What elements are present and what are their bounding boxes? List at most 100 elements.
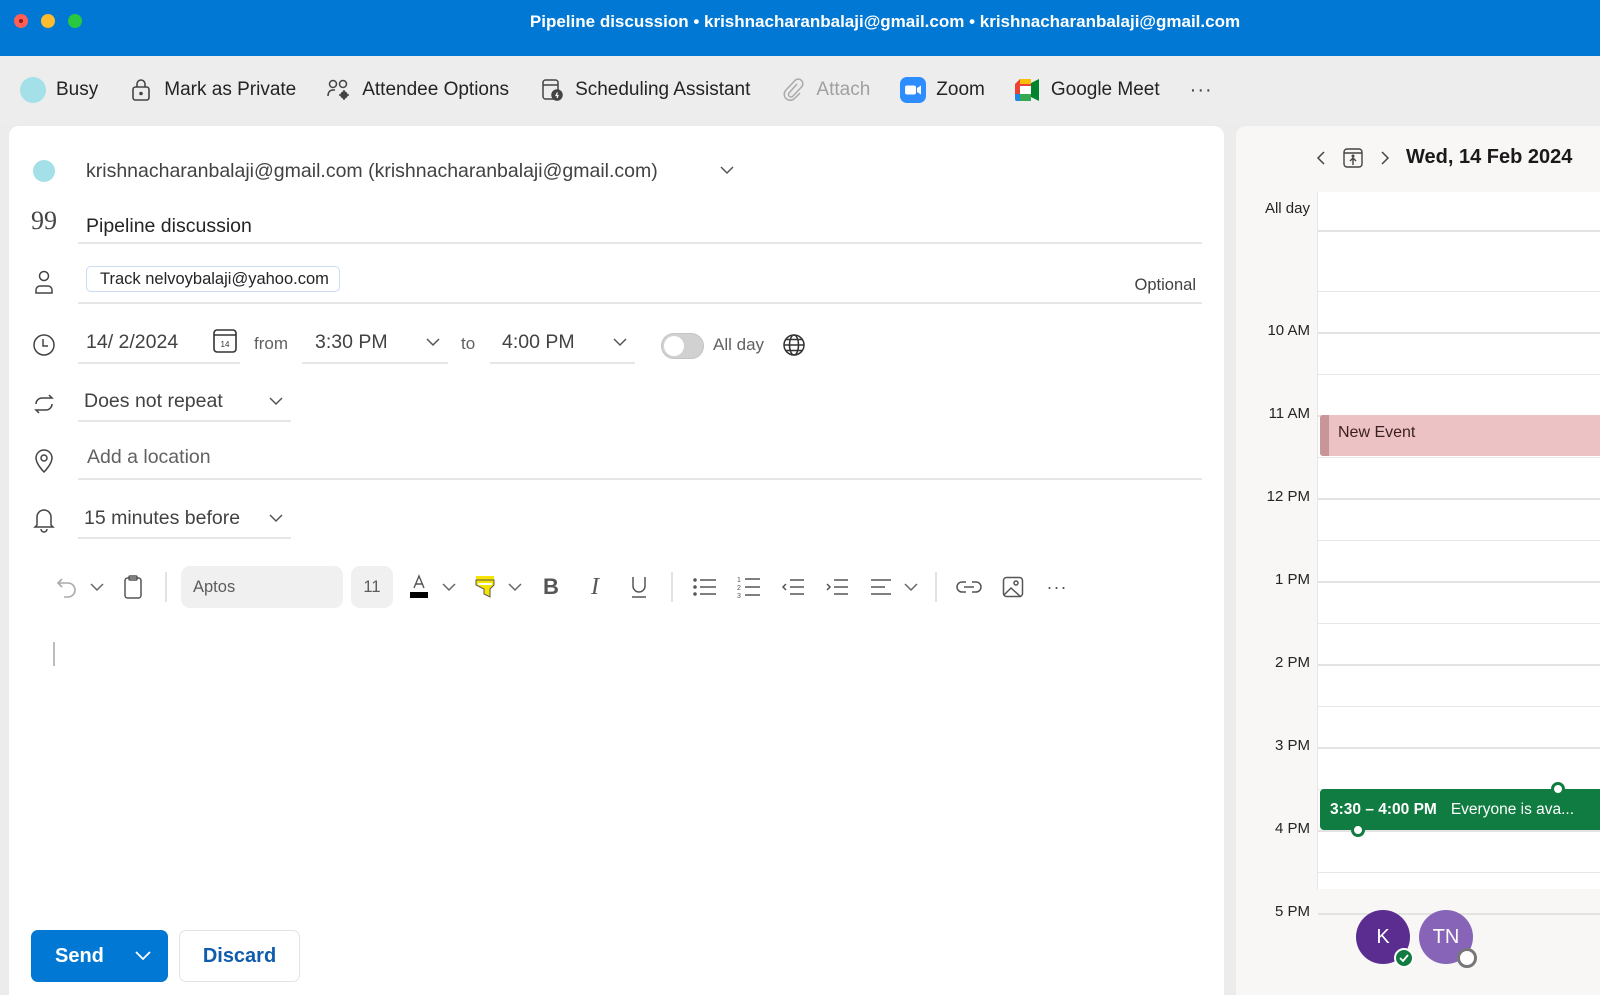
day-calendar-pane: Wed, 14 Feb 2024 All day New Event 3:30 –… (1236, 126, 1600, 995)
font-size-dropdown[interactable]: 11 (351, 566, 393, 608)
repeat-dropdown[interactable]: Does not repeat (78, 382, 291, 422)
account-color-icon (31, 158, 57, 184)
event-title-input[interactable] (78, 210, 1202, 244)
more-options-button[interactable]: ··· (1190, 70, 1213, 110)
attendee-chip[interactable]: Track nelvoybalaji@yahoo.com (86, 266, 340, 292)
all-day-row-label: All day (1264, 200, 1310, 217)
more-format-options-icon[interactable]: ··· (1039, 567, 1075, 607)
italic-icon[interactable]: I (577, 567, 613, 607)
attendee-options-button[interactable]: Attendee Options (326, 70, 509, 110)
increase-indent-icon[interactable] (819, 567, 855, 607)
zoom-button[interactable]: Zoom (900, 70, 985, 110)
reminder-dropdown[interactable]: 15 minutes before (78, 499, 291, 539)
hour-gridline (1318, 498, 1600, 500)
half-hour-gridline (1318, 871, 1600, 873)
align-chevron-icon[interactable] (901, 567, 921, 607)
event-title: New Event (1338, 424, 1416, 441)
half-hour-gridline (1318, 290, 1600, 292)
person-icon (31, 269, 57, 295)
timezone-globe-icon[interactable] (782, 333, 806, 362)
end-time-dropdown[interactable]: 4:00 PM (490, 322, 635, 364)
font-color-chevron-icon[interactable] (439, 567, 459, 607)
location-input[interactable]: Add a location (78, 436, 1202, 480)
highlight-chevron-icon[interactable] (505, 567, 525, 607)
decrease-indent-icon[interactable] (775, 567, 811, 607)
underline-icon[interactable] (621, 567, 657, 607)
previous-day-button[interactable] (1316, 150, 1326, 165)
font-name-dropdown[interactable]: Aptos (181, 566, 343, 608)
optional-attendees-link[interactable]: Optional (1135, 276, 1196, 295)
discard-button[interactable]: Discard (179, 930, 300, 982)
next-day-button[interactable] (1380, 150, 1390, 165)
send-options-chevron-icon[interactable] (134, 945, 152, 971)
formatting-toolbar: Aptos 11 B I 123 ··· (49, 565, 1083, 609)
hour-label: 12 PM (1266, 488, 1310, 505)
attendee-avatar[interactable]: K (1356, 910, 1414, 968)
proposed-time-text: 3:30 – 4:00 PM Everyone is ava... (1330, 801, 1574, 819)
font-color-icon[interactable] (401, 567, 437, 607)
start-time-value: 3:30 PM (315, 330, 388, 353)
from-account[interactable]: krishnacharanbalaji@gmail.com (krishnach… (86, 160, 658, 183)
attendee-options-icon (326, 77, 352, 103)
undo-chevron-icon[interactable] (87, 567, 107, 607)
hour-label: 5 PM (1274, 903, 1310, 920)
half-hour-gridline (1318, 705, 1600, 707)
half-hour-gridline (1318, 456, 1600, 458)
chevron-down-icon (269, 393, 283, 409)
zoom-label: Zoom (936, 79, 985, 100)
send-button[interactable]: Send (31, 930, 168, 982)
attendees-field[interactable]: Track nelvoybalaji@yahoo.com Optional (78, 264, 1202, 304)
lock-icon (128, 77, 154, 103)
repeat-value: Does not repeat (84, 389, 223, 412)
resize-handle-top[interactable] (1551, 781, 1565, 796)
svg-text:14: 14 (221, 340, 230, 349)
google-meet-button[interactable]: Google Meet (1014, 70, 1160, 110)
busy-status-button[interactable]: Busy (20, 70, 98, 110)
attach-button[interactable]: Attach (780, 70, 870, 110)
bold-icon[interactable]: B (533, 567, 569, 607)
link-icon[interactable] (951, 567, 987, 607)
accepted-check-icon (1394, 948, 1414, 968)
scheduling-assistant-button[interactable]: Scheduling Assistant (539, 70, 750, 110)
hour-label: 1 PM (1274, 571, 1310, 588)
busy-status-icon (20, 77, 46, 103)
hour-gridline (1318, 747, 1600, 749)
hour-label: 10 AM (1267, 322, 1310, 339)
date-field[interactable]: 14/ 2/2024 14 (78, 322, 240, 364)
calendar-event[interactable]: New Event (1320, 415, 1600, 456)
calendar-picker-icon[interactable]: 14 (212, 328, 238, 360)
align-icon[interactable] (863, 567, 899, 607)
scheduling-assistant-icon (539, 77, 565, 103)
insert-image-icon[interactable] (995, 567, 1031, 607)
clock-icon (31, 332, 57, 358)
chevron-down-icon[interactable] (719, 162, 735, 180)
undo-icon[interactable] (49, 567, 85, 607)
date-value: 14/ 2/2024 (86, 330, 179, 353)
scheduling-assistant-label: Scheduling Assistant (575, 79, 751, 100)
from-row[interactable]: krishnacharanbalaji@gmail.com (krishnach… (9, 156, 1224, 186)
bullet-list-icon[interactable] (687, 567, 723, 607)
title-bar: Pipeline discussion • krishnacharanbalaj… (0, 0, 1600, 56)
body-text-cursor[interactable] (53, 642, 55, 666)
numbered-list-icon[interactable]: 123 (731, 567, 767, 607)
svg-text:3: 3 (737, 593, 741, 599)
resize-handle-bottom[interactable] (1351, 823, 1365, 837)
day-grid[interactable]: New Event 3:30 – 4:00 PM Everyone is ava..… (1317, 192, 1600, 915)
busy-label: Busy (56, 79, 99, 100)
attach-label: Attach (816, 79, 871, 100)
location-placeholder: Add a location (87, 445, 211, 468)
start-time-dropdown[interactable]: 3:30 PM (302, 322, 448, 364)
svg-text:2: 2 (737, 585, 741, 592)
unknown-status-icon (1457, 948, 1477, 968)
mark-private-button[interactable]: Mark as Private (128, 70, 296, 110)
clipboard-icon[interactable] (115, 567, 151, 607)
google-meet-label: Google Meet (1050, 79, 1160, 100)
attendee-avatar[interactable]: TN (1419, 910, 1477, 968)
location-pin-icon (31, 448, 57, 474)
highlight-icon[interactable] (467, 567, 503, 607)
reminder-value: 15 minutes before (84, 506, 241, 529)
all-day-toggle[interactable] (661, 333, 704, 359)
go-to-today-button[interactable] (1342, 147, 1364, 169)
send-label: Send (55, 944, 104, 967)
hour-label: 3 PM (1274, 737, 1310, 754)
